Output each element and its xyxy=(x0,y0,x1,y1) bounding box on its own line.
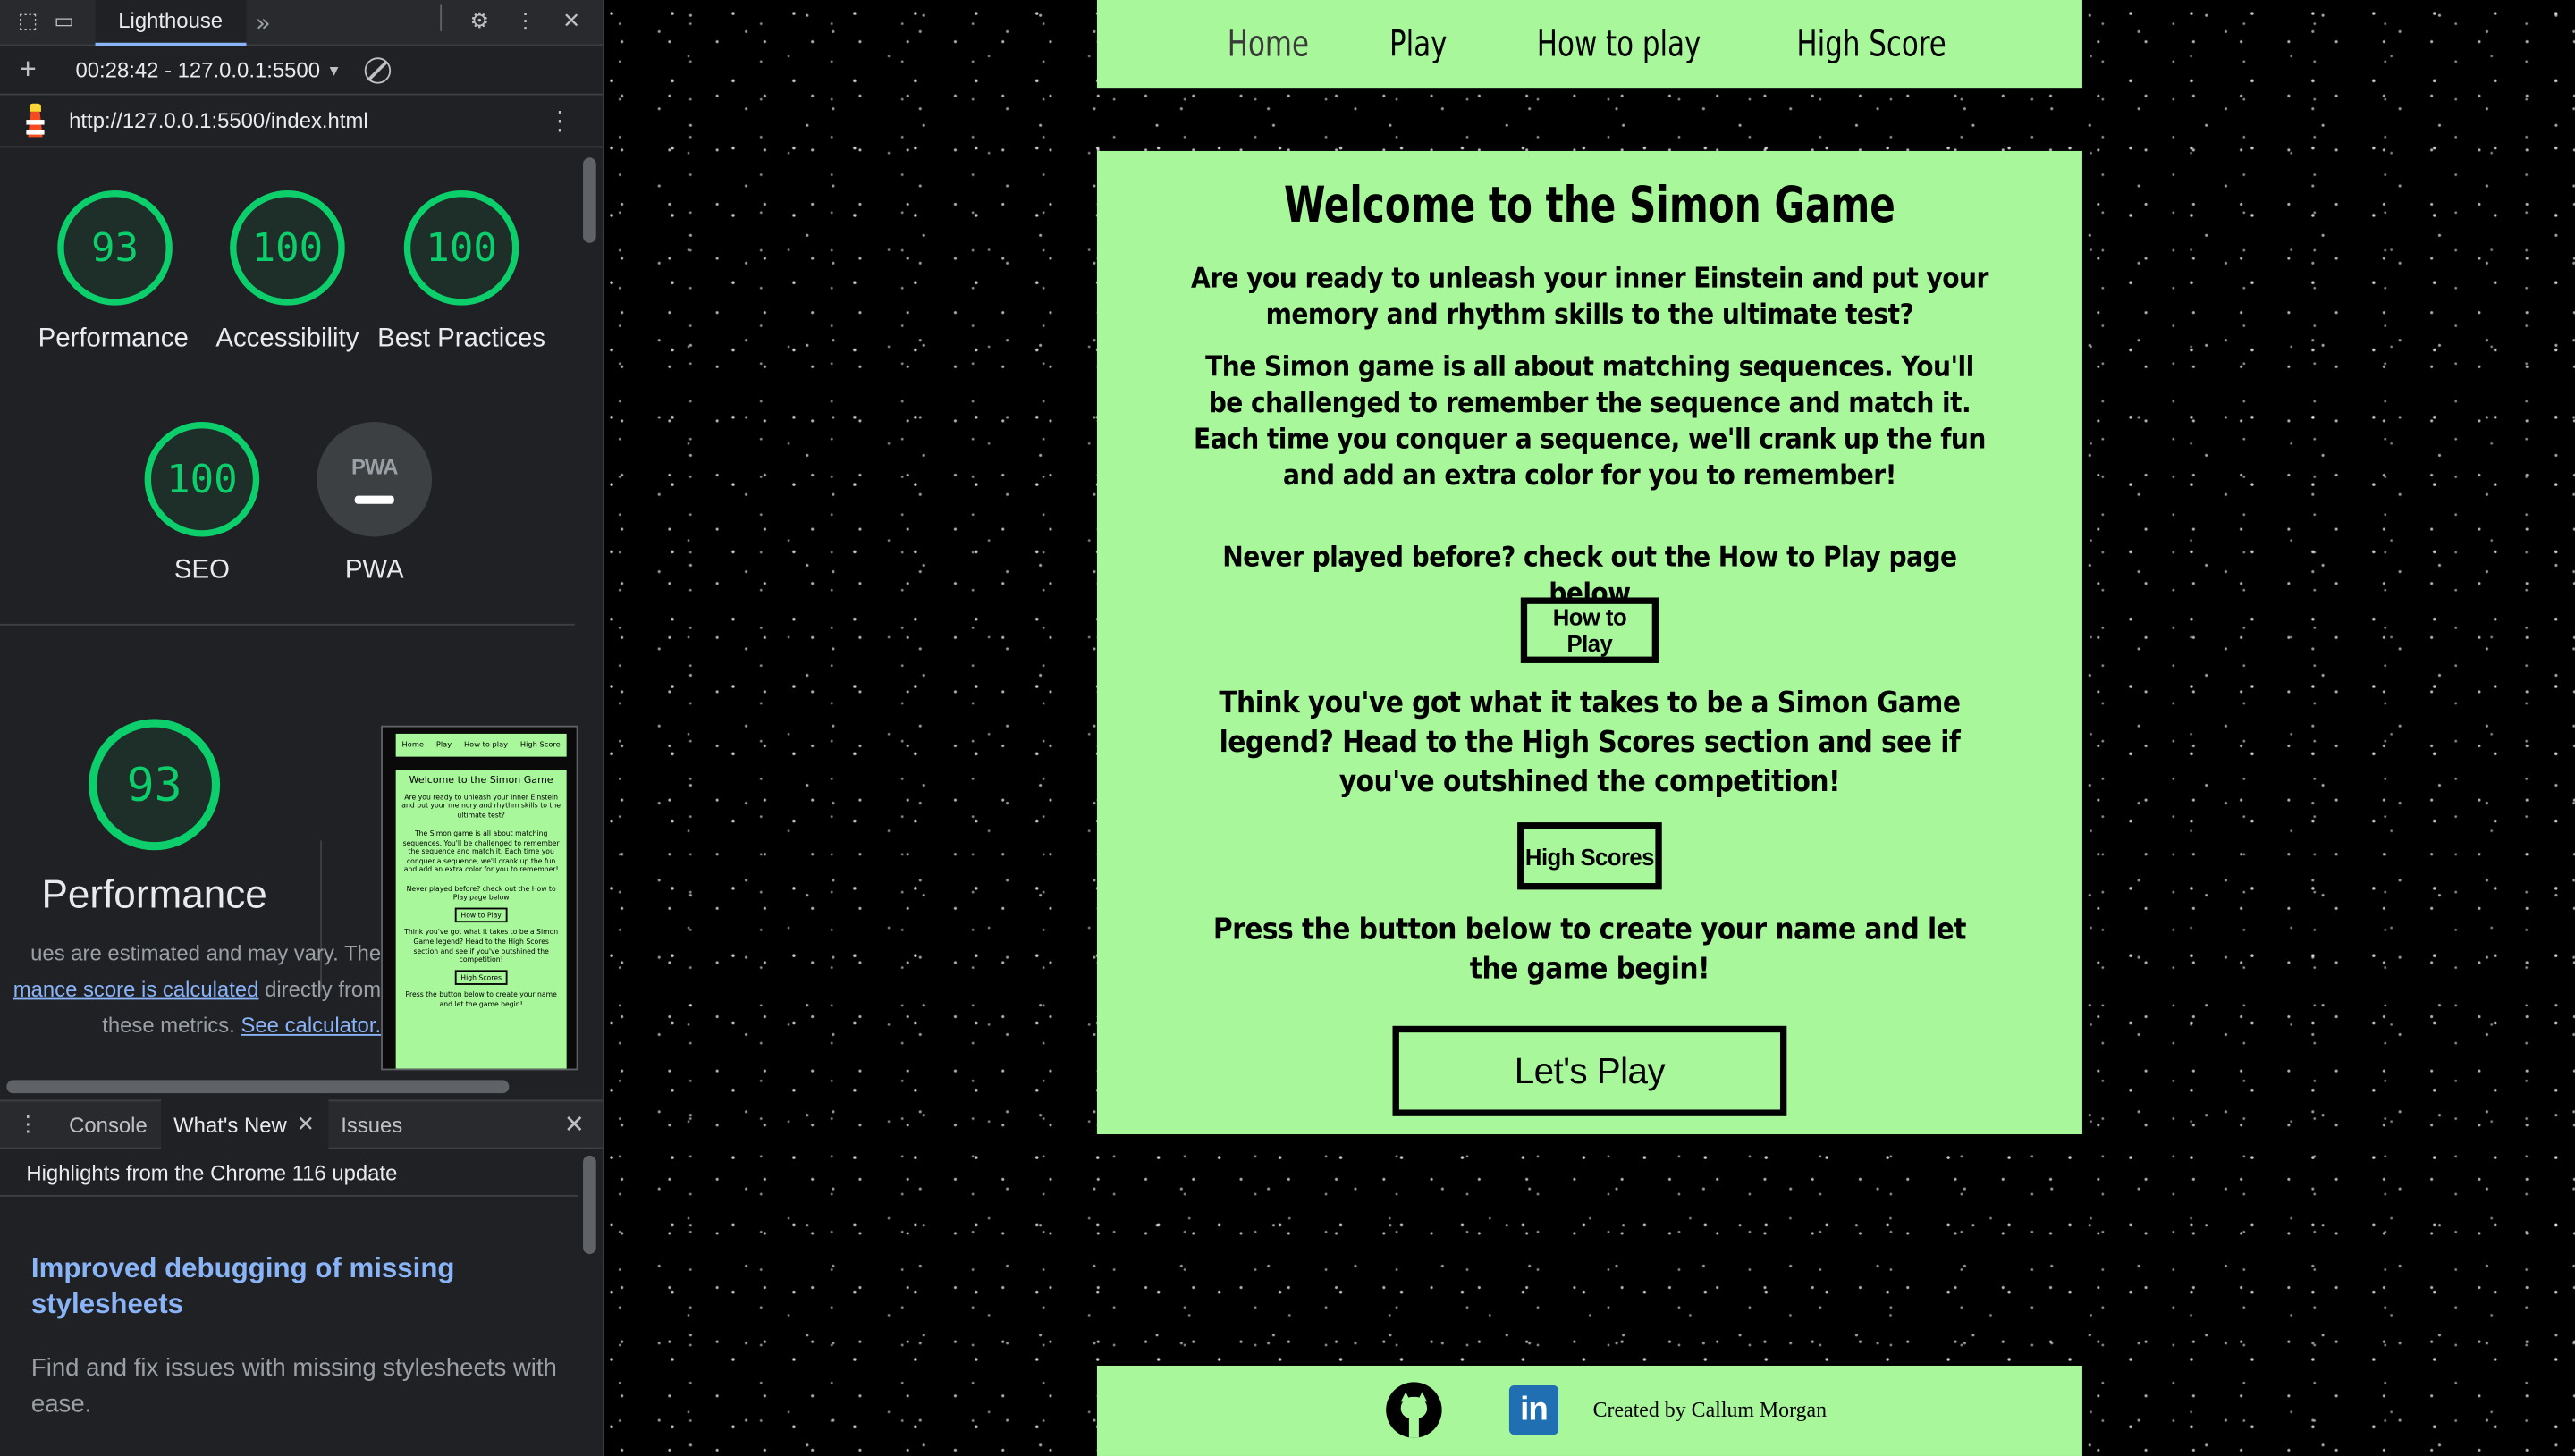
lets-play-button[interactable]: Let's Play xyxy=(1392,1025,1787,1116)
thumb-how-to-play: How to Play xyxy=(454,907,509,923)
pwa-badge-text: PWA xyxy=(350,454,399,480)
close-tab-icon[interactable]: ✕ xyxy=(297,1111,315,1137)
thumb-high-scores: High Scores xyxy=(453,969,509,986)
nav-play[interactable]: Play xyxy=(1389,24,1447,65)
best-practices-score-gauge[interactable]: 100 xyxy=(403,190,519,306)
note-text-3: these metrics. xyxy=(102,1013,235,1038)
tab-issues[interactable]: Issues xyxy=(328,1099,416,1149)
thumb-description: The Simon game is all about matching seq… xyxy=(402,829,560,874)
toolbar-divider xyxy=(440,4,443,30)
drawer-tabbar: ⋮ Console What's New ✕ Issues ✕ xyxy=(0,1099,604,1149)
seo-score-gauge[interactable]: 100 xyxy=(144,421,260,537)
report-session-select[interactable]: 00:28:42 - 127.0.0.1:5500 xyxy=(75,57,319,82)
whats-new-header: Highlights from the Chrome 116 update xyxy=(0,1150,578,1197)
kebab-menu-icon[interactable]: ⋮ xyxy=(508,4,544,40)
inspect-element-icon[interactable]: ⬚ xyxy=(10,4,46,40)
thumb-never-played: Never played before? check out the How t… xyxy=(406,884,556,902)
tab-console[interactable]: Console xyxy=(55,1099,160,1149)
whats-new-article-body: Find and fix issues with missing stylesh… xyxy=(30,1354,557,1418)
report-menu-icon[interactable]: ⋮ xyxy=(547,105,573,138)
accessibility-score-gauge[interactable]: 100 xyxy=(230,190,345,306)
site-nav: Home Play How to play High Score xyxy=(1096,0,2082,89)
drawer-menu-icon[interactable]: ⋮ xyxy=(0,1111,55,1137)
how-to-play-button[interactable]: How to Play xyxy=(1520,597,1659,663)
report-url-bar: http://127.0.0.1:5500/index.html ⋮ xyxy=(0,96,604,148)
press-text: Press the button below to create your na… xyxy=(1212,913,1967,987)
report-vertical-scrollbar[interactable] xyxy=(583,157,596,243)
settings-gear-icon[interactable]: ⚙ xyxy=(461,4,497,40)
thumb-nav-item: How to play xyxy=(463,741,509,750)
thumb-legend: Think you've got what it takes to be a S… xyxy=(404,928,559,964)
thumb-nav-item: Home xyxy=(401,741,424,750)
new-report-icon[interactable]: + xyxy=(10,53,46,88)
more-tabs-icon[interactable]: » xyxy=(256,7,271,37)
device-toolbar-icon[interactable]: ▭ xyxy=(46,4,81,40)
pwa-dash-icon xyxy=(354,495,394,504)
github-icon[interactable] xyxy=(1386,1382,1442,1438)
welcome-card: Welcome to the Simon Game Are you ready … xyxy=(1096,150,2082,1135)
devtools-toolbar: ⬚ ▭ Lighthouse » ⚙ ⋮ ✕ xyxy=(0,0,604,46)
nav-high-score[interactable]: High Score xyxy=(1797,24,1946,65)
pwa-badge-icon[interactable]: PWA xyxy=(317,421,433,537)
devtools-panel: ⬚ ▭ Lighthouse » ⚙ ⋮ ✕ + 00:28:42 - 127.… xyxy=(0,0,604,1456)
clear-reports-icon[interactable] xyxy=(364,56,391,83)
best-practices-label: Best Practices xyxy=(377,324,546,353)
note-text: ues are estimated and may vary. The xyxy=(30,940,382,965)
see-calculator-link[interactable]: See calculator. xyxy=(241,1013,381,1038)
simon-game-page: Home Play How to play High Score Welcome… xyxy=(604,0,2575,1456)
thumb-press: Press the button below to create your na… xyxy=(405,989,557,1008)
lighthouse-toolbar: + 00:28:42 - 127.0.0.1:5500 ▼ xyxy=(0,46,604,96)
performance-score-gauge[interactable]: 93 xyxy=(57,190,173,306)
accessibility-label: Accessibility xyxy=(215,324,359,353)
thumbnail-nav: Home Play How to play High Score xyxy=(395,733,567,757)
performance-note: ues are estimated and may vary. The manc… xyxy=(0,936,381,1044)
footer-credit: Created by Callum Morgan xyxy=(1592,1396,1828,1422)
page-title: Welcome to the Simon Game xyxy=(1283,177,1895,235)
performance-detail-title: Performance xyxy=(41,873,267,918)
drawer-vertical-scrollbar[interactable] xyxy=(583,1155,596,1255)
report-horizontal-scrollbar[interactable] xyxy=(6,1080,510,1094)
nav-home[interactable]: Home xyxy=(1227,24,1308,65)
chevron-down-icon[interactable]: ▼ xyxy=(326,62,341,78)
close-drawer-icon[interactable]: ✕ xyxy=(564,1109,585,1139)
linkedin-icon[interactable]: in xyxy=(1508,1385,1559,1435)
performance-detail-gauge: 93 xyxy=(89,719,221,851)
thumb-nav-item: Play xyxy=(435,741,452,750)
tab-whats-new[interactable]: What's New ✕ xyxy=(160,1099,328,1149)
thumb-nav-item: High Score xyxy=(519,741,561,750)
page-screenshot-thumbnail[interactable]: Home Play How to play High Score Welcome… xyxy=(381,725,578,1071)
thumb-intro: Are you ready to unleash your inner Eins… xyxy=(401,792,561,820)
score-calculated-link[interactable]: mance score is calculated xyxy=(13,977,259,1002)
nav-how-to-play[interactable]: How to play xyxy=(1536,24,1700,65)
whats-new-article-title[interactable]: Improved debugging of missing stylesheet… xyxy=(31,1250,540,1323)
high-scores-button[interactable]: High Scores xyxy=(1517,822,1662,890)
tab-whats-new-label: What's New xyxy=(173,1112,287,1137)
tab-lighthouse[interactable]: Lighthouse xyxy=(95,0,246,46)
lighthouse-logo-icon xyxy=(20,101,49,140)
note-text-2: directly from xyxy=(265,976,382,1002)
legend-text: Think you've got what it takes to be a S… xyxy=(1219,686,1961,800)
close-devtools-icon[interactable]: ✕ xyxy=(553,4,589,40)
site-footer: in Created by Callum Morgan xyxy=(1096,1365,2082,1456)
description-text: The Simon game is all about matching seq… xyxy=(1194,351,1986,492)
intro-text: Are you ready to unleash your inner Eins… xyxy=(1191,262,1988,332)
report-url: http://127.0.0.1:5500/index.html xyxy=(69,108,368,133)
lighthouse-report[interactable]: 93 Performance 100 Accessibility 100 Bes… xyxy=(0,151,578,1080)
report-divider xyxy=(0,623,575,626)
thumb-title: Welcome to the Simon Game xyxy=(409,774,553,787)
thumbnail-main: Welcome to the Simon Game Are you ready … xyxy=(395,770,567,1069)
pwa-label: PWA xyxy=(344,556,404,585)
